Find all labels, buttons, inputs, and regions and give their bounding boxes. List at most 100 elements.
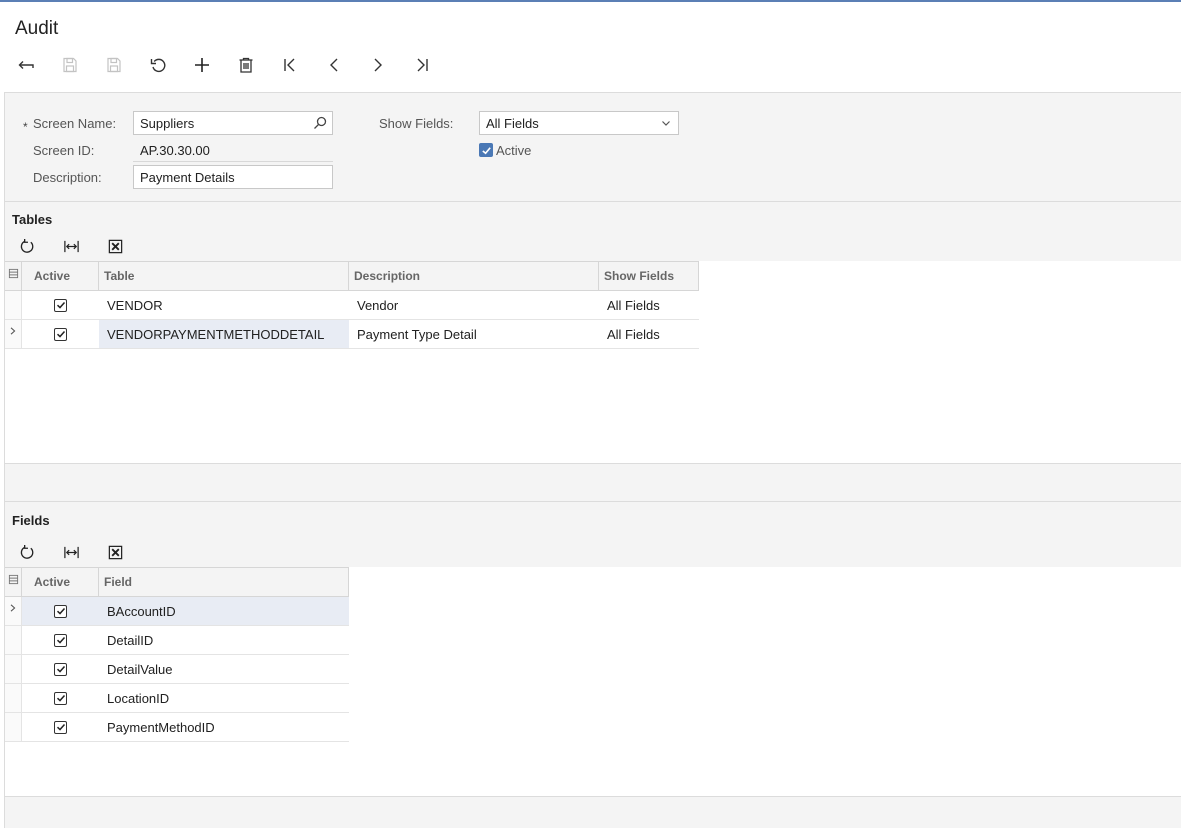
row-indicator[interactable] <box>5 655 22 684</box>
chevron-right-icon <box>374 58 382 72</box>
fields-fit-columns-button[interactable] <box>59 540 83 564</box>
row-indicator[interactable] <box>5 713 22 742</box>
save-close-button[interactable] <box>58 53 82 77</box>
trash-icon <box>239 57 253 73</box>
header-form: * Screen Name: Suppliers Screen ID: AP.3… <box>4 92 1181 202</box>
tables-refresh-button[interactable] <box>15 234 39 258</box>
revert-icon <box>150 58 166 73</box>
checkbox[interactable] <box>54 298 67 312</box>
field-row-active-checkbox[interactable] <box>22 684 99 713</box>
checkmark-icon <box>481 146 491 154</box>
main-toolbar <box>0 50 460 80</box>
fit-width-icon <box>63 546 79 558</box>
table-row-description-cell[interactable]: Payment Type Detail <box>349 320 599 349</box>
cancel-button[interactable] <box>146 53 170 77</box>
row-indicator[interactable] <box>5 684 22 713</box>
required-marker: * <box>23 120 28 134</box>
plus-icon <box>195 58 209 72</box>
field-row-field-cell[interactable]: BAccountID <box>99 597 349 626</box>
checkmark-icon <box>56 301 65 309</box>
row-indicator[interactable] <box>5 597 22 626</box>
refresh-icon <box>20 544 33 559</box>
field-row-active-checkbox[interactable] <box>22 626 99 655</box>
current-row-chevron-icon <box>10 604 16 612</box>
checkbox[interactable] <box>54 604 67 618</box>
excel-export-icon <box>108 239 122 253</box>
col-header-active[interactable]: Active <box>22 568 99 597</box>
search-icon[interactable] <box>312 115 328 131</box>
save-button[interactable] <box>102 53 126 77</box>
field-row-field-cell[interactable]: DetailID <box>99 626 349 655</box>
chevron-left-icon <box>330 58 338 72</box>
undo-arrow-icon <box>18 61 34 69</box>
refresh-icon <box>20 238 33 253</box>
top-accent-line <box>0 0 1181 2</box>
table-row-description-cell[interactable]: Vendor <box>349 291 599 320</box>
fields-export-excel-button[interactable] <box>103 540 127 564</box>
screen-id-underline <box>133 161 333 162</box>
description-label: Description: <box>33 170 102 185</box>
last-record-icon <box>417 58 428 72</box>
fields-grid-footer <box>5 796 1181 828</box>
table-row-table-cell[interactable]: VENDORPAYMENTMETHODDETAIL <box>99 320 349 349</box>
save-close-icon <box>63 57 77 73</box>
first-record-icon <box>284 58 295 72</box>
active-checkbox[interactable] <box>479 143 493 157</box>
col-header-table[interactable]: Table <box>99 262 349 291</box>
tables-export-excel-button[interactable] <box>103 234 127 258</box>
checkmark-icon <box>56 330 65 338</box>
screen-name-value: Suppliers <box>140 116 195 131</box>
last-button[interactable] <box>410 53 434 77</box>
screen-id-value: AP.30.30.00 <box>140 143 210 158</box>
active-label: Active <box>496 143 532 158</box>
next-button[interactable] <box>366 53 390 77</box>
tables-fit-columns-button[interactable] <box>59 234 83 258</box>
first-button[interactable] <box>278 53 302 77</box>
description-field[interactable]: Payment Details <box>133 165 333 189</box>
col-header-active[interactable]: Active <box>22 262 99 291</box>
row-selector-header[interactable] <box>5 568 22 597</box>
row-selector-header[interactable] <box>5 262 22 291</box>
table-row-active-checkbox[interactable] <box>22 291 99 320</box>
checkbox[interactable] <box>54 691 67 705</box>
checkbox[interactable] <box>54 633 67 647</box>
previous-button[interactable] <box>322 53 346 77</box>
checkbox[interactable] <box>54 662 67 676</box>
tables-title: Tables <box>12 212 53 227</box>
screen-name-field[interactable]: Suppliers <box>133 111 333 135</box>
fields-section: Fields Active Field BAccountID DetailID … <box>4 501 1181 828</box>
fields-grid: Active Field BAccountID DetailID DetailV… <box>5 567 349 742</box>
row-indicator[interactable] <box>5 320 22 349</box>
table-row-table-cell[interactable]: VENDOR <box>99 291 349 320</box>
field-row-field-cell[interactable]: LocationID <box>99 684 349 713</box>
checkbox[interactable] <box>54 327 67 341</box>
field-row-field-cell[interactable]: PaymentMethodID <box>99 713 349 742</box>
table-row-active-checkbox[interactable] <box>22 320 99 349</box>
save-icon <box>107 57 121 73</box>
table-row-show-fields-cell[interactable]: All Fields <box>599 320 699 349</box>
screen-name-label: Screen Name: <box>33 116 117 131</box>
col-header-field[interactable]: Field <box>99 568 349 597</box>
fit-width-icon <box>63 240 79 252</box>
field-row-active-checkbox[interactable] <box>22 597 99 626</box>
row-indicator[interactable] <box>5 626 22 655</box>
field-row-field-cell[interactable]: DetailValue <box>99 655 349 684</box>
column-settings-icon <box>8 574 19 585</box>
chevron-down-icon <box>662 121 670 126</box>
col-header-show-fields[interactable]: Show Fields <box>599 262 699 291</box>
show-fields-select[interactable]: All Fields <box>479 111 679 135</box>
checkbox[interactable] <box>54 720 67 734</box>
table-row-show-fields-cell[interactable]: All Fields <box>599 291 699 320</box>
excel-export-icon <box>108 545 122 559</box>
field-row-active-checkbox[interactable] <box>22 655 99 684</box>
checkmark-icon <box>56 636 65 644</box>
fields-refresh-button[interactable] <box>15 540 39 564</box>
row-indicator[interactable] <box>5 291 22 320</box>
description-value: Payment Details <box>140 170 235 185</box>
add-button[interactable] <box>190 53 214 77</box>
back-button[interactable] <box>14 53 38 77</box>
delete-button[interactable] <box>234 53 258 77</box>
tables-section-header: Tables <box>5 201 1181 261</box>
field-row-active-checkbox[interactable] <box>22 713 99 742</box>
col-header-description[interactable]: Description <box>349 262 599 291</box>
